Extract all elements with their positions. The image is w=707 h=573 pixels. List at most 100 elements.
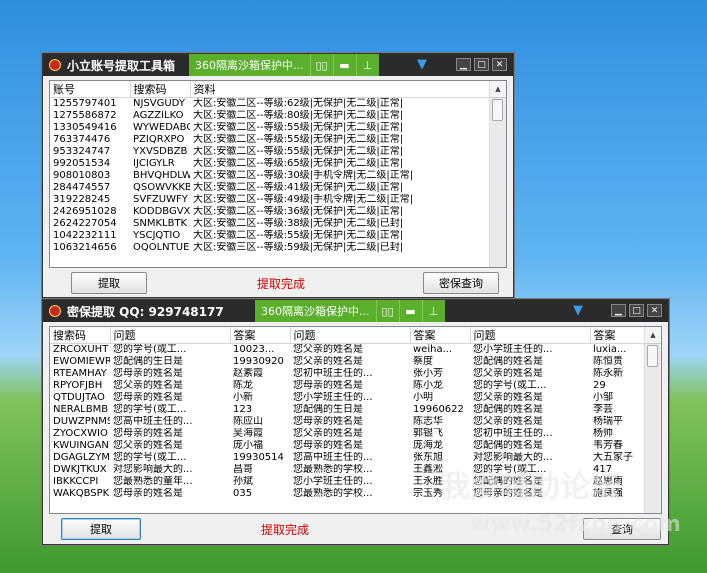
- answer-cell: 陈龙: [233, 380, 253, 391]
- table-row[interactable]: 1063214656 OQOLNTUE 大区:安徽三区--等级:59级|无保护|无二…: [50, 242, 490, 254]
- table-row[interactable]: 908010803 BHVQHDLW 大区:安徽二区--等级:30级|手机令牌|无二…: [50, 170, 490, 182]
- table-row[interactable]: 992051534 IJCIGYLR 大区:安徽二区--等级:65级|无保护|无二级…: [50, 158, 490, 170]
- table-row[interactable]: DWKJTKUX 对您影响最大的... 昌哥 您最熟悉的学校... 王鑫淞 您的学号(或工…: [50, 464, 645, 476]
- column-header-account[interactable]: 账号: [50, 81, 131, 98]
- question-cell: 您父亲的姓名是: [293, 344, 363, 355]
- search-code-cell: KODDBGVX: [133, 206, 190, 217]
- scroll-thumb[interactable]: [492, 99, 503, 121]
- column-header-question-1[interactable]: 问题: [110, 327, 231, 344]
- table-row[interactable]: 2426951028 KODDBGVX 大区:安徽二区--等级:36级|无保护|无二…: [50, 206, 490, 218]
- info-cell: 大区:安徽二区--等级:49级|手机令牌|无二级|正常|: [193, 194, 414, 205]
- close-button[interactable]: ✕: [492, 58, 507, 71]
- skin-shirt-icon[interactable]: ▼: [417, 57, 427, 72]
- info-cell: 大区:安徽二区--等级:38级|无保护|无二级|已封|: [193, 218, 404, 229]
- security-list-table[interactable]: 搜索码 问题 答案 问题 答案 问题 答案 ZRCOXUHT 您的学号(或工...…: [49, 326, 662, 514]
- account-list-table[interactable]: 账号 搜索码 资料 1255797401 NJSVGUDY 大区:安徽二区--等级:…: [49, 80, 507, 268]
- search-code-cell: IBKKCCPI: [53, 476, 99, 487]
- column-header-search-code[interactable]: 搜索码: [50, 327, 111, 344]
- search-code-cell: EWOMIEWR: [53, 356, 110, 367]
- table-row[interactable]: 319228245 SVFZUWFY 大区:安徽二区--等级:49级|手机令牌|无二…: [50, 194, 490, 206]
- minimize-button[interactable]: ▁: [611, 304, 626, 317]
- sandbox-split-icon[interactable]: ▯▯: [309, 54, 333, 76]
- table-row[interactable]: RPYOFJBH 您父亲的姓名是 陈龙 您母亲的姓名是 陈小龙 您的学号(或工... 29: [50, 380, 645, 392]
- table-row[interactable]: 1275586872 AGZZILKO 大区:安徽二区--等级:80级|无保护|无二…: [50, 110, 490, 122]
- question-cell: 您父亲的姓名是: [473, 392, 543, 403]
- account-cell: 763374476: [53, 134, 111, 145]
- answer-cell: 小新: [233, 392, 253, 403]
- answer-cell: 王永胜: [413, 476, 443, 487]
- security-query-button[interactable]: 密保查询: [423, 272, 499, 294]
- search-code-cell: SNMKLBTK: [133, 218, 188, 229]
- answer-cell: 赵思雨: [593, 476, 623, 487]
- table-row[interactable]: IBKKCCPI 您最熟悉的童年... 孙斌 您小学班主任的... 王永胜 您配偶的姓名是…: [50, 476, 645, 488]
- table-row[interactable]: 1042232111 YSCJQTIO 大区:安徽二区--等级:55级|无保护|无二…: [50, 230, 490, 242]
- window-title: 小立账号提取工具箱: [67, 58, 176, 73]
- window-titlebar[interactable]: 密保提取 QQ: 929748177 360隔离沙箱保护中... ▯▯ ▬ ⊥ …: [43, 300, 668, 322]
- table-row[interactable]: 1255797401 NJSVGUDY 大区:安徽二区--等级:62级|无保护|无二…: [50, 98, 490, 111]
- query-button[interactable]: 查询: [583, 518, 661, 540]
- scroll-up-icon[interactable]: ▲: [490, 81, 506, 98]
- question-cell: 您父亲的姓名是: [473, 368, 543, 379]
- maximize-button[interactable]: □: [629, 304, 644, 317]
- search-code-cell: OQOLNTUE: [133, 242, 190, 253]
- question-cell: 您最熟悉的学校...: [293, 488, 373, 499]
- account-cell: 1063214656: [53, 242, 117, 253]
- table-row[interactable]: 2624227054 SNMKLBTK 大区:安徽二区--等级:38级|无保护|无二…: [50, 218, 490, 230]
- column-header-question-2[interactable]: 问题: [290, 327, 411, 344]
- sandbox-pin-icon[interactable]: ⊥: [421, 300, 445, 322]
- table-row[interactable]: NERALBMB 您的学号(或工... 123 您配偶的生日是 19960622 您配偶的…: [50, 404, 645, 416]
- account-cell: 908010803: [53, 170, 111, 181]
- table-row[interactable]: DUWZPNMS 您高中班主任的... 陈应山 您母亲的姓名是 陈志华 您父亲的姓名是 杨瑞…: [50, 416, 645, 428]
- question-cell: 您配偶的姓名是: [473, 404, 543, 415]
- sandbox-folder-icon[interactable]: ▬: [398, 300, 422, 322]
- skin-shirt-icon[interactable]: ▼: [573, 303, 583, 318]
- table-row[interactable]: KWUINGAN 您父亲的姓名是 庞小福 您母亲的姓名是 庞海龙 您配偶的姓名是 韦芳春: [50, 440, 645, 452]
- table-row[interactable]: ZYOCXWIO 您母亲的姓名是 吴海霞 您父亲的姓名是 郭银飞 您初中班主任的... 杨帅: [50, 428, 645, 440]
- search-code-cell: ZRCOXUHT: [53, 344, 109, 355]
- column-header-question-3[interactable]: 问题: [470, 327, 591, 344]
- table-row[interactable]: EWOMIEWR 您配偶的生日是 19930920 您父亲的姓名是 蔡度 您配偶的姓名是 陈…: [50, 356, 645, 368]
- question-cell: 您母亲的姓名是: [293, 416, 363, 427]
- question-cell: 您母亲的姓名是: [113, 488, 183, 499]
- info-cell: 大区:安徽二区--等级:55级|无保护|无二级|正常|: [193, 122, 404, 133]
- table-row[interactable]: WAKQBSPK 您母亲的姓名是 035 您最熟悉的学校... 宗玉秀 您母亲的姓名是 施良…: [50, 488, 645, 500]
- account-cell: 1042232111: [53, 230, 117, 241]
- question-cell: 您母亲的姓名是: [293, 440, 363, 451]
- maximize-button[interactable]: □: [474, 58, 489, 71]
- column-header-answer-3[interactable]: 答案: [590, 327, 646, 344]
- table-row[interactable]: 284474557 QSOWVKKB 大区:安徽二区--等级:41级|无保护|无二级…: [50, 182, 490, 194]
- app-icon: [49, 305, 61, 317]
- question-cell: 您父亲的姓名是: [293, 356, 363, 367]
- status-text: 提取完成: [257, 277, 306, 291]
- vertical-scrollbar[interactable]: ▲: [644, 327, 661, 513]
- answer-cell: 昌哥: [233, 464, 253, 475]
- table-row[interactable]: QTDUJTAO 您母亲的姓名是 小新 您小学班主任的... 小明 您父亲的姓名是 小邹: [50, 392, 645, 404]
- window-titlebar[interactable]: 小立账号提取工具箱 360隔离沙箱保护中... ▯▯ ▬ ⊥ ▼ ▁ □ ✕: [43, 54, 513, 76]
- column-header-answer-1[interactable]: 答案: [230, 327, 291, 344]
- scroll-thumb[interactable]: [647, 345, 658, 367]
- table-row[interactable]: 953324747 YXVSDBZB 大区:安徽二区--等级:55级|无保护|无二级…: [50, 146, 490, 158]
- answer-cell: 吴海霞: [233, 428, 263, 439]
- column-header-search-code[interactable]: 搜索码: [130, 81, 191, 98]
- scroll-up-icon[interactable]: ▲: [645, 327, 661, 344]
- column-header-info[interactable]: 资料: [190, 81, 491, 98]
- extract-button[interactable]: 提取: [61, 518, 141, 540]
- minimize-button[interactable]: ▁: [456, 58, 471, 71]
- table-row[interactable]: 1330549416 WYWEDABQ 大区:安徽二区--等级:55级|无保护|无二…: [50, 122, 490, 134]
- question-cell: 您配偶的生日是: [113, 356, 183, 367]
- vertical-scrollbar[interactable]: ▲: [489, 81, 506, 267]
- column-header-answer-2[interactable]: 答案: [410, 327, 471, 344]
- search-code-cell: QTDUJTAO: [53, 392, 105, 403]
- sandbox-label: 360隔离沙箱保护中...: [261, 305, 370, 318]
- sandbox-split-icon[interactable]: ▯▯: [375, 300, 399, 322]
- close-button[interactable]: ✕: [647, 304, 662, 317]
- sandbox-folder-icon[interactable]: ▬: [332, 54, 356, 76]
- extract-button[interactable]: 提取: [71, 272, 147, 294]
- sandbox-pin-icon[interactable]: ⊥: [355, 54, 379, 76]
- table-row[interactable]: DGAGLZYM 您的学号(或工... 19930514 您高中班主任的... 张东旭 对…: [50, 452, 645, 464]
- table-row[interactable]: 763374476 PZIQRXPO 大区:安徽二区--等级:55级|无保护|无二级…: [50, 134, 490, 146]
- answer-cell: 大五家子: [593, 452, 633, 463]
- table-header: 账号 搜索码 资料: [50, 81, 491, 98]
- table-row[interactable]: RTEAMHAY 您母亲的姓名是 赵素霞 您初中班主任的... 张小芳 您父亲的姓名是 陈永…: [50, 368, 645, 380]
- table-row[interactable]: ZRCOXUHT 您的学号(或工... 10023... 您父亲的姓名是 weiha..…: [50, 344, 645, 357]
